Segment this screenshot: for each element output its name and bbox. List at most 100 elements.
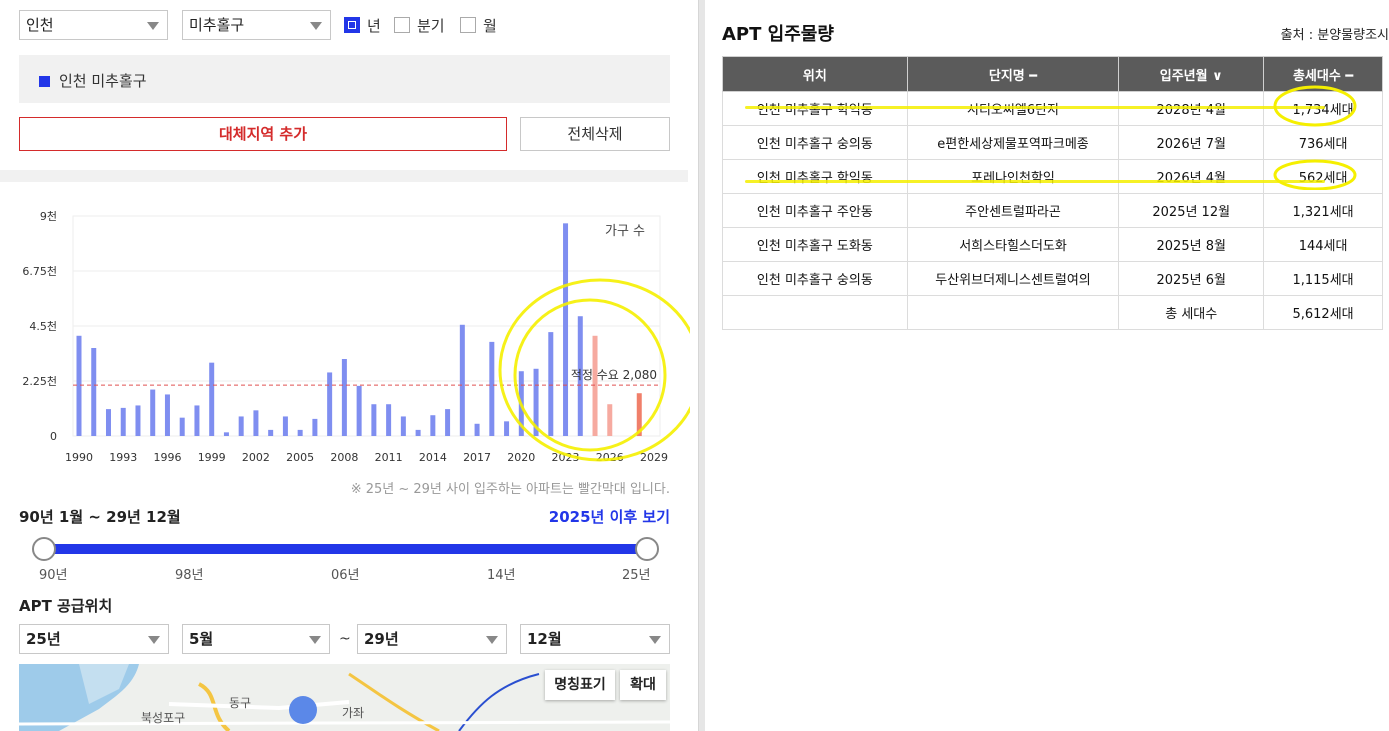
bar-1993 [120, 407, 126, 436]
period-year-checkbox[interactable] [344, 17, 360, 33]
range-tick: 06년 [331, 568, 360, 583]
bar-2018 [489, 341, 495, 436]
table-total-row: 총 세대수 5,612세대 [722, 295, 1383, 330]
period-month-checkbox[interactable] [460, 17, 476, 33]
highlight-annotation [745, 106, 1325, 109]
cell-total-units: 1,321세대 [1263, 193, 1383, 228]
y-tick-label: 2.25천 [22, 374, 57, 388]
header-complex-name[interactable]: 단지명 ━ [906, 56, 1120, 92]
add-region-button[interactable]: 대체지역 추가 [19, 117, 507, 151]
table-row[interactable]: 인천 미추홀구 도화동 서희스타힐스더도화 2025년 8월 144세대 [722, 227, 1383, 262]
bar-2000 [223, 432, 229, 436]
legend-square-icon [39, 76, 50, 87]
cell-total-units: 1,115세대 [1263, 261, 1383, 296]
bar-2008 [341, 359, 347, 436]
chevron-down-icon [309, 636, 321, 644]
range-slider-end-handle[interactable] [635, 537, 659, 561]
cell-move-in-date: 2025년 12월 [1118, 193, 1265, 228]
cell-move-in-date: 2025년 8월 [1118, 227, 1265, 262]
x-tick-label: 2005 [286, 451, 314, 464]
from-year-select[interactable]: 25년 [19, 624, 169, 654]
supply-location-title: APT 공급위치 [19, 597, 113, 615]
period-quarter-checkbox[interactable] [394, 17, 410, 33]
bar-2004 [282, 416, 288, 436]
cell-complex-name: 서희스타힐스더도화 [906, 227, 1120, 262]
show-names-button[interactable]: 명칭표기 [545, 670, 615, 700]
chevron-down-icon [486, 636, 498, 644]
region-select[interactable]: 인천 [19, 10, 168, 40]
to-month-value: 12월 [527, 630, 562, 648]
cell-location: 인천 미추홀구 도화동 [722, 227, 908, 262]
to-year-value: 29년 [364, 630, 399, 648]
bar-1996 [164, 394, 170, 436]
from-month-select[interactable]: 5월 [182, 624, 330, 654]
cell-location: 인천 미추홀구 숭의동 [722, 125, 908, 160]
bar-1997 [179, 417, 185, 436]
range-separator: ~ [339, 631, 351, 647]
chevron-down-icon [147, 22, 159, 30]
chevron-down-icon [148, 636, 160, 644]
panel-divider[interactable] [698, 0, 705, 731]
bar-2003 [268, 429, 274, 436]
range-slider-track[interactable] [44, 544, 647, 554]
table-row[interactable]: 인천 미추홀구 숭의동 두산위브더제니스센트럴여의 2025년 6월 1,115… [722, 261, 1383, 296]
zoom-button[interactable]: 확대 [620, 670, 666, 700]
cell-complex-name: 주안센트럴파라곤 [906, 193, 1120, 228]
range-slider-start-handle[interactable] [32, 537, 56, 561]
bar-1992 [105, 409, 111, 436]
bar-2009 [356, 385, 362, 436]
bar-2011 [386, 404, 392, 436]
bar-1990 [76, 335, 82, 436]
bar-2019 [504, 421, 510, 436]
map-marker-icon[interactable] [289, 696, 317, 724]
to-month-select[interactable]: 12월 [520, 624, 670, 654]
x-tick-label: 2017 [463, 451, 491, 464]
cell-complex-name: e편한세상제물포역파크메종 [906, 125, 1120, 160]
header-location[interactable]: 위치 [722, 56, 908, 92]
cell-move-in-date: 2025년 6월 [1118, 261, 1265, 296]
y-unit-label: 가구 수 [605, 224, 645, 239]
header-move-in-date[interactable]: 입주년월 ∨ [1118, 56, 1265, 92]
view-after-2025-link[interactable]: 2025년 이후 보기 [549, 506, 670, 527]
bar-2001 [238, 416, 244, 436]
delete-all-button[interactable]: 전체삭제 [520, 117, 670, 151]
left-panel: 인천 미추홀구 년 분기 월 인천 미추홀구 대체지역 추가 전체삭제 0 2.2… [0, 0, 702, 731]
x-tick-label: 2020 [507, 451, 535, 464]
chart-note: ※ 25년 ~ 29년 사이 입주하는 아파트는 빨간막대 입니다. [350, 482, 670, 497]
bar-2005 [297, 429, 303, 436]
bar-2002 [253, 410, 259, 436]
bar-2014 [430, 415, 436, 436]
y-tick-label: 9천 [40, 209, 57, 223]
to-year-select[interactable]: 29년 [357, 624, 507, 654]
bar-1995 [150, 389, 156, 436]
map-label: 동구 [229, 696, 252, 710]
cell-move-in-date: 2026년 4월 [1118, 159, 1265, 194]
section-divider [0, 170, 688, 182]
bar-2025 [592, 335, 598, 436]
bar-2013 [415, 429, 421, 436]
table-row[interactable]: 인천 미추홀구 주안동 주안센트럴파라곤 2025년 12월 1,321세대 [722, 193, 1383, 228]
x-tick-label: 1996 [153, 451, 181, 464]
map-label: 북성포구 [141, 711, 186, 725]
chevron-down-icon [649, 636, 661, 644]
x-tick-label: 1999 [198, 451, 226, 464]
bar-2022 [548, 332, 554, 436]
bar-2023 [563, 223, 569, 436]
district-select[interactable]: 미추홀구 [182, 10, 331, 40]
range-tick: 98년 [175, 568, 204, 583]
total-value: 5,612세대 [1263, 295, 1383, 330]
y-tick-label: 0 [50, 430, 57, 443]
cell-complex-name: 포레나인천학익 [906, 159, 1120, 194]
map-label: 가좌 [342, 706, 365, 720]
source-label: 출처 : 분양물량조시 [1280, 28, 1389, 43]
reference-line-label: 적정 수요 2,080 [571, 368, 657, 382]
x-tick-label: 2014 [419, 451, 447, 464]
x-tick-label: 1993 [109, 451, 137, 464]
range-tick: 25년 [622, 568, 651, 583]
bar-2017 [474, 423, 480, 436]
from-year-value: 25년 [26, 630, 61, 648]
cell-empty [722, 295, 908, 330]
y-tick-label: 6.75천 [22, 264, 57, 278]
highlight-annotation [745, 180, 1325, 183]
supply-chart-svg: 0 2.25천 4.5천 6.75천 9천 1990 1993 1996 1999 2002 200… [22, 209, 702, 464]
